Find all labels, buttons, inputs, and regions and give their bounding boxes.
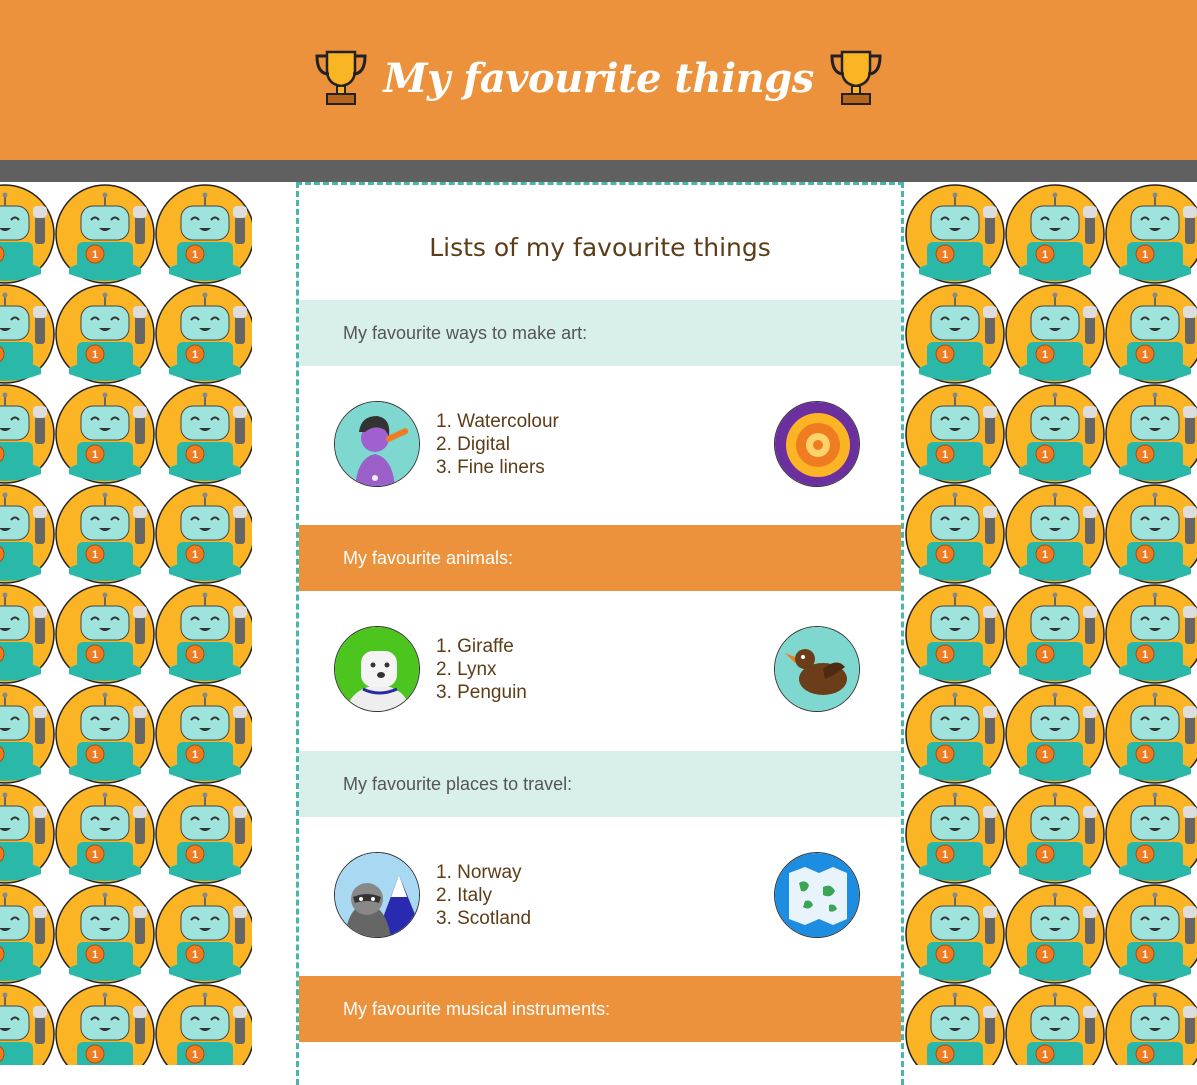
list-item: 2. Italy (436, 885, 492, 906)
dog-avatar-icon (334, 626, 420, 712)
artist-avatar-icon (334, 401, 420, 487)
bird-icon (774, 626, 860, 712)
section-body-art: 1. Watercolour 2. Digital 3. Fine liners (299, 366, 901, 524)
section-body-animals: 1. Giraffe 2. Lynx 3. Penguin (299, 591, 901, 749)
mandala-icon (774, 401, 860, 487)
list-item: 1. Giraffe (436, 636, 514, 657)
map-icon (774, 852, 860, 938)
content-panel: Lists of my favourite things My favourit… (296, 182, 904, 1085)
section-heading-animals: My favourite animals: (299, 525, 901, 591)
list-item: 3. Penguin (436, 682, 527, 703)
section-heading-instruments: My favourite musical instruments: (299, 976, 901, 1042)
content-title: Lists of my favourite things (429, 233, 771, 262)
trophy-icon (830, 50, 882, 105)
list-item: 3. Scotland (436, 908, 532, 929)
travel-list: 1. Norway 2. Italy 3. Scotland (436, 861, 531, 930)
list-item: 1. Watercolour (436, 411, 559, 432)
section-body-travel: 1. Norway 2. Italy 3. Scotland (299, 817, 901, 975)
robot-background-right (901, 182, 1197, 1065)
animals-list: 1. Giraffe 2. Lynx 3. Penguin (436, 635, 527, 704)
list-item: 2. Lynx (436, 659, 497, 680)
page-title: My favourite things (383, 54, 814, 102)
robot-background-left (0, 182, 297, 1065)
list-item: 2. Digital (436, 434, 510, 455)
list-item: 3. Fine liners (436, 457, 545, 478)
header-divider (0, 160, 1197, 182)
site-header: My favourite things (0, 0, 1197, 160)
section-heading-travel: My favourite places to travel: (299, 751, 901, 817)
art-list: 1. Watercolour 2. Digital 3. Fine liners (436, 410, 559, 479)
raccoon-mountain-icon (334, 852, 420, 938)
list-item: 1. Norway (436, 862, 522, 883)
trophy-icon (315, 50, 367, 105)
section-heading-art: My favourite ways to make art: (299, 300, 901, 366)
